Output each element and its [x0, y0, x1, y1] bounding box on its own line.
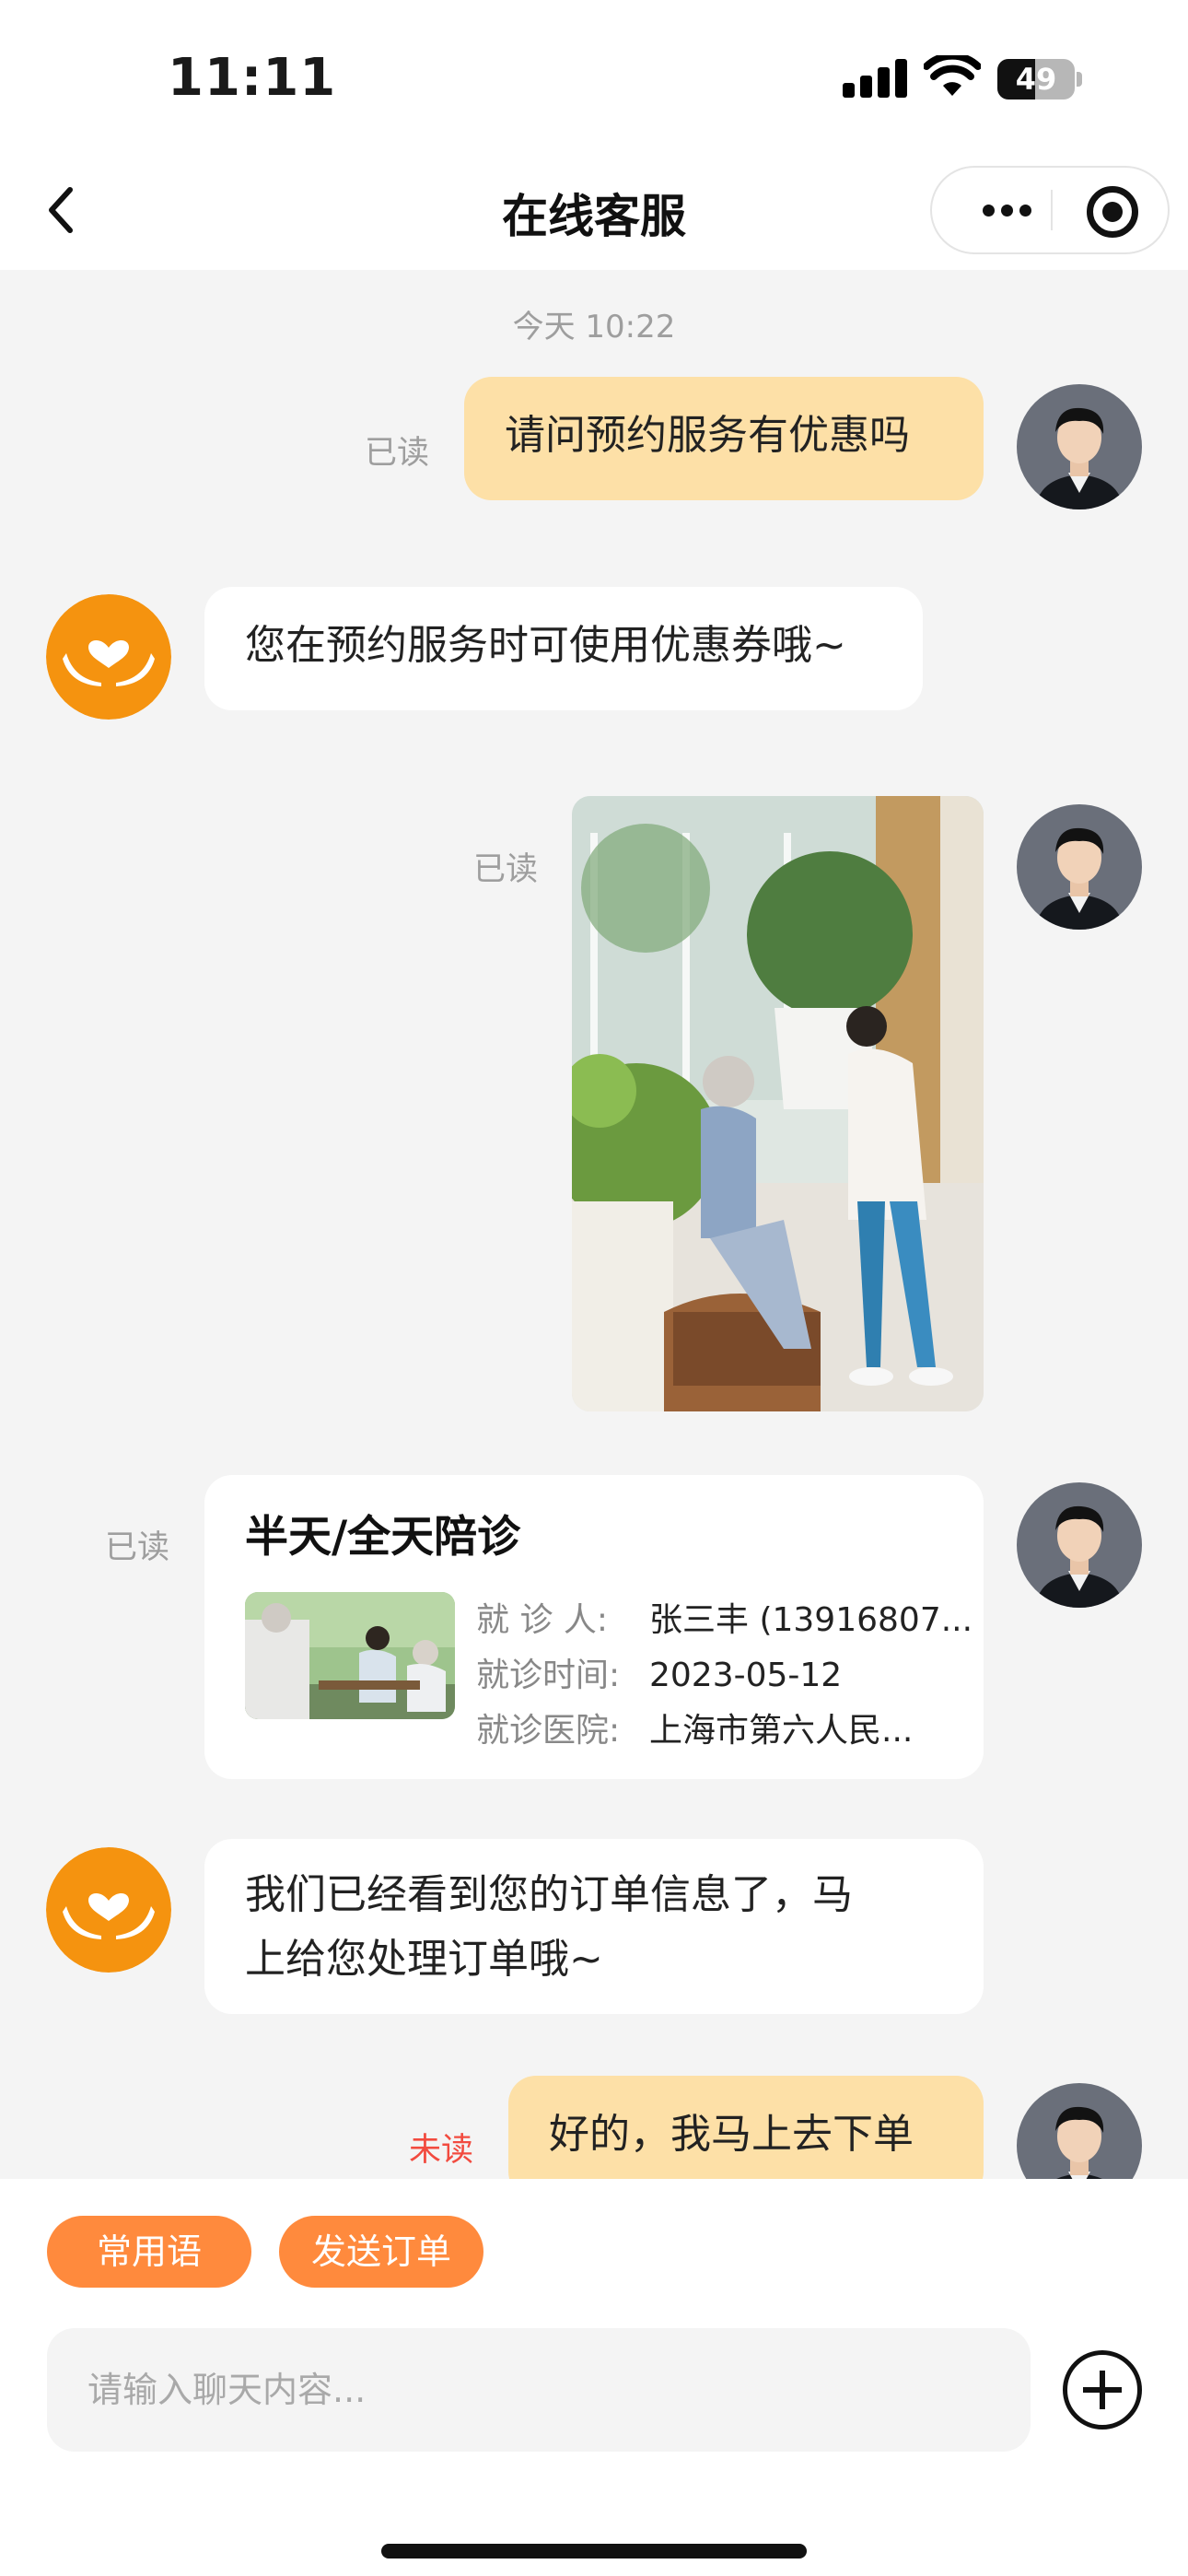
read-receipt: 已读	[105, 1529, 170, 1566]
send-order-button[interactable]: 发送订单	[279, 2216, 483, 2288]
more-icon[interactable]	[965, 168, 1048, 252]
message-line: 我们已经看到您的订单信息了，马	[245, 1871, 853, 1918]
battery-icon: 49	[997, 59, 1082, 100]
order-patient-label: 就 诊 人:	[476, 1601, 609, 1639]
read-receipt: 已读	[473, 851, 539, 888]
order-hospital-row: 就诊医院: 上海市第六人民...	[476, 1704, 913, 1751]
read-receipt: 已读	[365, 435, 430, 472]
order-patient-row: 就 诊 人: 张三丰 (13916807...	[476, 1593, 973, 1641]
close-target-icon[interactable]	[1087, 186, 1138, 238]
service-avatar[interactable]	[46, 1847, 171, 1973]
chat-area[interactable]: 今天 10:22 已读 请问预约服务有优惠吗 您在预约服务时可使用优惠券哦~ 已…	[0, 270, 1188, 2179]
status-time: 11:11	[168, 48, 337, 108]
message-bubble-mine[interactable]: 请问预约服务有优惠吗	[464, 377, 984, 500]
order-time-label: 就诊时间:	[476, 1657, 621, 1694]
chat-input[interactable]: 请输入聊天内容...	[47, 2328, 1031, 2452]
user-avatar[interactable]	[1017, 1482, 1142, 1608]
user-avatar[interactable]	[1017, 804, 1142, 930]
order-time-value: 2023-05-12	[649, 1657, 843, 1694]
chat-image[interactable]	[572, 796, 984, 1411]
order-hospital-label: 就诊医院:	[476, 1712, 621, 1750]
chat-timestamp: 今天 10:22	[512, 309, 676, 345]
order-patient-value: 张三丰 (13916807...	[649, 1601, 973, 1639]
message-bubble-service[interactable]: 您在预约服务时可使用优惠券哦~	[204, 587, 923, 710]
top-bar: 11:11 49 在线客服	[0, 0, 1188, 270]
order-hospital-value: 上海市第六人民...	[649, 1712, 914, 1750]
quick-phrases-button[interactable]: 常用语	[47, 2216, 251, 2288]
order-card[interactable]: 半天/全天陪诊 就 诊 人: 张三丰 (13916807... 就诊时间: 2023…	[204, 1475, 984, 1779]
message-bubble-service[interactable]: 我们已经看到您的订单信息了，马 上给您处理订单哦~	[204, 1839, 984, 2014]
user-avatar[interactable]	[1017, 2083, 1142, 2179]
capsule-divider	[1051, 190, 1053, 230]
caregiver-photo	[572, 796, 984, 1411]
service-avatar[interactable]	[46, 594, 171, 720]
message-line: 上给您处理订单哦~	[245, 1936, 603, 1983]
wifi-icon	[924, 55, 981, 96]
mini-program-capsule	[930, 166, 1170, 254]
unread-receipt: 未读	[409, 2132, 474, 2169]
battery-level: 49	[1015, 62, 1057, 97]
order-time-row: 就诊时间: 2023-05-12	[476, 1648, 842, 1696]
order-title: 半天/全天陪诊	[245, 1512, 521, 1563]
plus-icon[interactable]	[1063, 2350, 1142, 2430]
order-thumbnail	[245, 1592, 455, 1719]
home-indicator	[381, 2544, 807, 2558]
cellular-signal-icon	[843, 59, 907, 98]
message-bubble-mine[interactable]: 好的，我马上去下单	[508, 2076, 984, 2179]
user-avatar[interactable]	[1017, 384, 1142, 509]
bottom-input-bar: 常用语 发送订单 请输入聊天内容...	[0, 2179, 1188, 2576]
